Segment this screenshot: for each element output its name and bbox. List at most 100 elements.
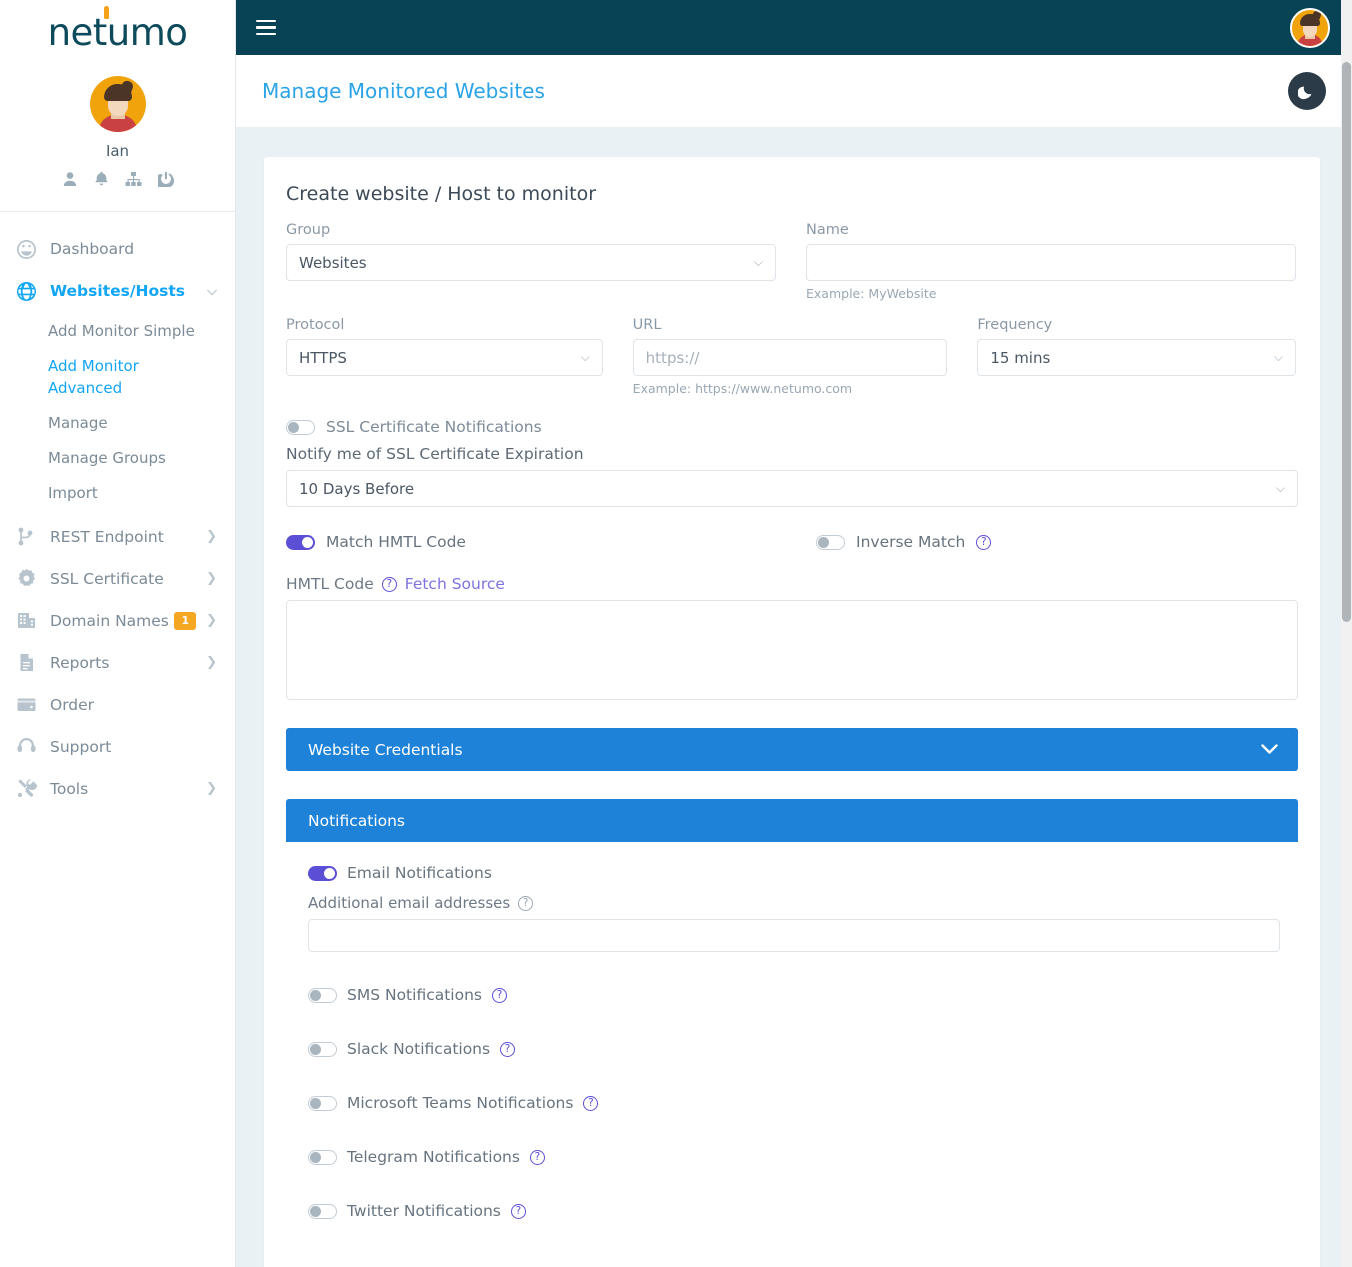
twitter-notifications-row: Twitter Notifications ? [308,1202,1276,1220]
sidebar-item-ssl-certificate[interactable]: SSL Certificate ❯ [0,558,235,600]
chevron-right-icon[interactable]: ❯ [206,572,217,585]
sidebar-item-manage-groups[interactable]: Manage Groups [0,441,235,476]
name-input[interactable] [806,244,1296,281]
page-bar: Manage Monitored Websites [236,55,1352,127]
help-icon[interactable]: ? [583,1095,599,1111]
help-icon[interactable]: ? [976,534,992,550]
sidebar-item-label: Domain Names [50,611,169,630]
card-title: Create website / Host to monitor [286,183,597,205]
group-field: Group Websites ⌵ [286,222,776,301]
headset-icon [16,736,42,757]
group-name-row: Group Websites ⌵ Name Example: MyWebsite [286,222,1296,301]
sidebar-item-rest-endpoint[interactable]: REST Endpoint ❯ [0,516,235,558]
help-icon[interactable]: ? [510,1203,526,1219]
hmtl-code-textarea[interactable] [286,600,1298,700]
additional-emails-input[interactable] [308,919,1280,952]
teams-notifications-label: Microsoft Teams Notifications [347,1094,574,1112]
sidebar-profile: Ian [0,58,235,212]
sidebar-item-manage[interactable]: Manage [0,406,235,441]
name-label: Name [806,222,849,238]
sidebar-item-add-monitor-simple[interactable]: Add Monitor Simple [0,314,235,349]
profile-icon-row [0,171,235,192]
slack-notifications-toggle[interactable] [308,1041,337,1057]
website-credentials-header[interactable]: Website Credentials [286,728,1298,771]
sms-notifications-toggle[interactable] [308,987,337,1003]
sidebar-item-import[interactable]: Import [0,476,235,511]
document-icon [16,652,42,673]
sitemap-icon[interactable] [125,171,142,192]
chevron-right-icon[interactable]: ❯ [206,782,217,795]
ssl-expiry-select[interactable]: 10 Days Before ⌵ [286,470,1298,507]
chevron-right-icon[interactable]: ❯ [206,530,217,543]
frequency-label: Frequency [977,317,1053,333]
frequency-select[interactable]: 15 mins ⌵ [977,339,1296,376]
sidebar-item-reports[interactable]: Reports ❯ [0,642,235,684]
bell-icon[interactable] [94,171,109,192]
additional-emails-label-row: Additional email addresses ? [308,894,1276,912]
chevron-right-icon[interactable]: ❯ [206,614,217,627]
group-select[interactable]: Websites ⌵ [286,244,776,281]
match-hmtl-code-label: Match HMTL Code [326,533,466,551]
sidebar-item-label: Support [50,737,112,756]
protocol-url-frequency-row: Protocol HTTPS ⌵ URL https:// Example: h… [286,317,1296,396]
hamburger-icon[interactable] [256,16,276,40]
protocol-select[interactable]: HTTPS ⌵ [286,339,603,376]
wallet-icon [16,694,42,715]
match-hmtl-code-toggle[interactable] [286,534,315,550]
scrollbar-thumb[interactable] [1342,62,1351,622]
sms-notifications-label: SMS Notifications [347,986,482,1004]
website-credentials-title: Website Credentials [308,740,463,759]
brand-name: netumo [47,10,188,54]
email-notifications-label: Email Notifications [347,864,492,882]
ssl-notifications-toggle[interactable] [286,419,315,435]
sidebar-item-websites-hosts[interactable]: Websites/Hosts ⌵ [0,270,235,312]
scrollbar[interactable] [1341,0,1352,1267]
inverse-match-label: Inverse Match [856,533,966,551]
topbar-avatar[interactable] [1290,7,1330,48]
fetch-source-link[interactable]: Fetch Source [405,575,505,593]
name-field: Name Example: MyWebsite [806,222,1296,301]
teams-notifications-toggle[interactable] [308,1095,337,1111]
ssl-notifications-label: SSL Certificate Notifications [326,418,542,436]
sidebar-item-domain-names[interactable]: Domain Names 1 ❯ [0,600,235,642]
help-icon[interactable]: ? [500,1041,516,1057]
teams-notifications-row: Microsoft Teams Notifications ? [308,1094,1276,1112]
sidebar-item-label: Tools [50,779,89,798]
inverse-match-toggle[interactable] [816,534,845,550]
topbar [236,0,1352,55]
avatar[interactable] [89,76,146,132]
sidebar-item-order[interactable]: Order [0,684,235,726]
twitter-notifications-toggle[interactable] [308,1203,337,1219]
globe-icon [16,281,42,302]
chevron-down-icon[interactable]: ⌵ [207,285,217,298]
sidebar-item-tools[interactable]: Tools ❯ [0,768,235,810]
telegram-notifications-toggle[interactable] [308,1149,337,1165]
url-label: URL [632,317,662,333]
dark-mode-toggle[interactable] [1288,72,1326,110]
url-input[interactable]: https:// [632,339,948,376]
page-title: Manage Monitored Websites [262,79,545,103]
match-row: Match HMTL Code Inverse Match ? [286,533,1296,551]
email-notifications-toggle[interactable] [308,865,337,881]
help-icon[interactable]: ? [529,1149,545,1165]
notifications-header[interactable]: Notifications [286,799,1298,842]
chevron-down-icon: ⌵ [580,350,590,364]
hmtl-code-header: HMTL Code ? Fetch Source [286,575,1296,593]
websites-subnav: Add Monitor Simple Add Monitor Advanced … [0,312,235,516]
ssl-section: SSL Certificate Notifications Notify me … [286,418,1298,507]
profile-name: Ian [105,142,130,160]
chevron-right-icon[interactable]: ❯ [206,656,217,669]
notifications-title: Notifications [308,811,406,830]
help-icon[interactable]: ? [492,987,507,1003]
power-icon[interactable] [154,171,174,192]
chevron-down-icon[interactable] [1261,741,1278,759]
help-icon[interactable]: ? [381,576,397,592]
sidebar-item-add-monitor-advanced[interactable]: Add Monitor Advanced [0,349,150,406]
sidebar-item-support[interactable]: Support [0,726,235,768]
sidebar-item-dashboard[interactable]: Dashboard [0,228,235,270]
user-icon[interactable] [62,171,78,192]
help-icon[interactable]: ? [518,895,534,911]
brand-logo[interactable]: netumo [0,0,235,58]
protocol-value: HTTPS [299,348,347,367]
slack-notifications-label: Slack Notifications [347,1040,491,1058]
